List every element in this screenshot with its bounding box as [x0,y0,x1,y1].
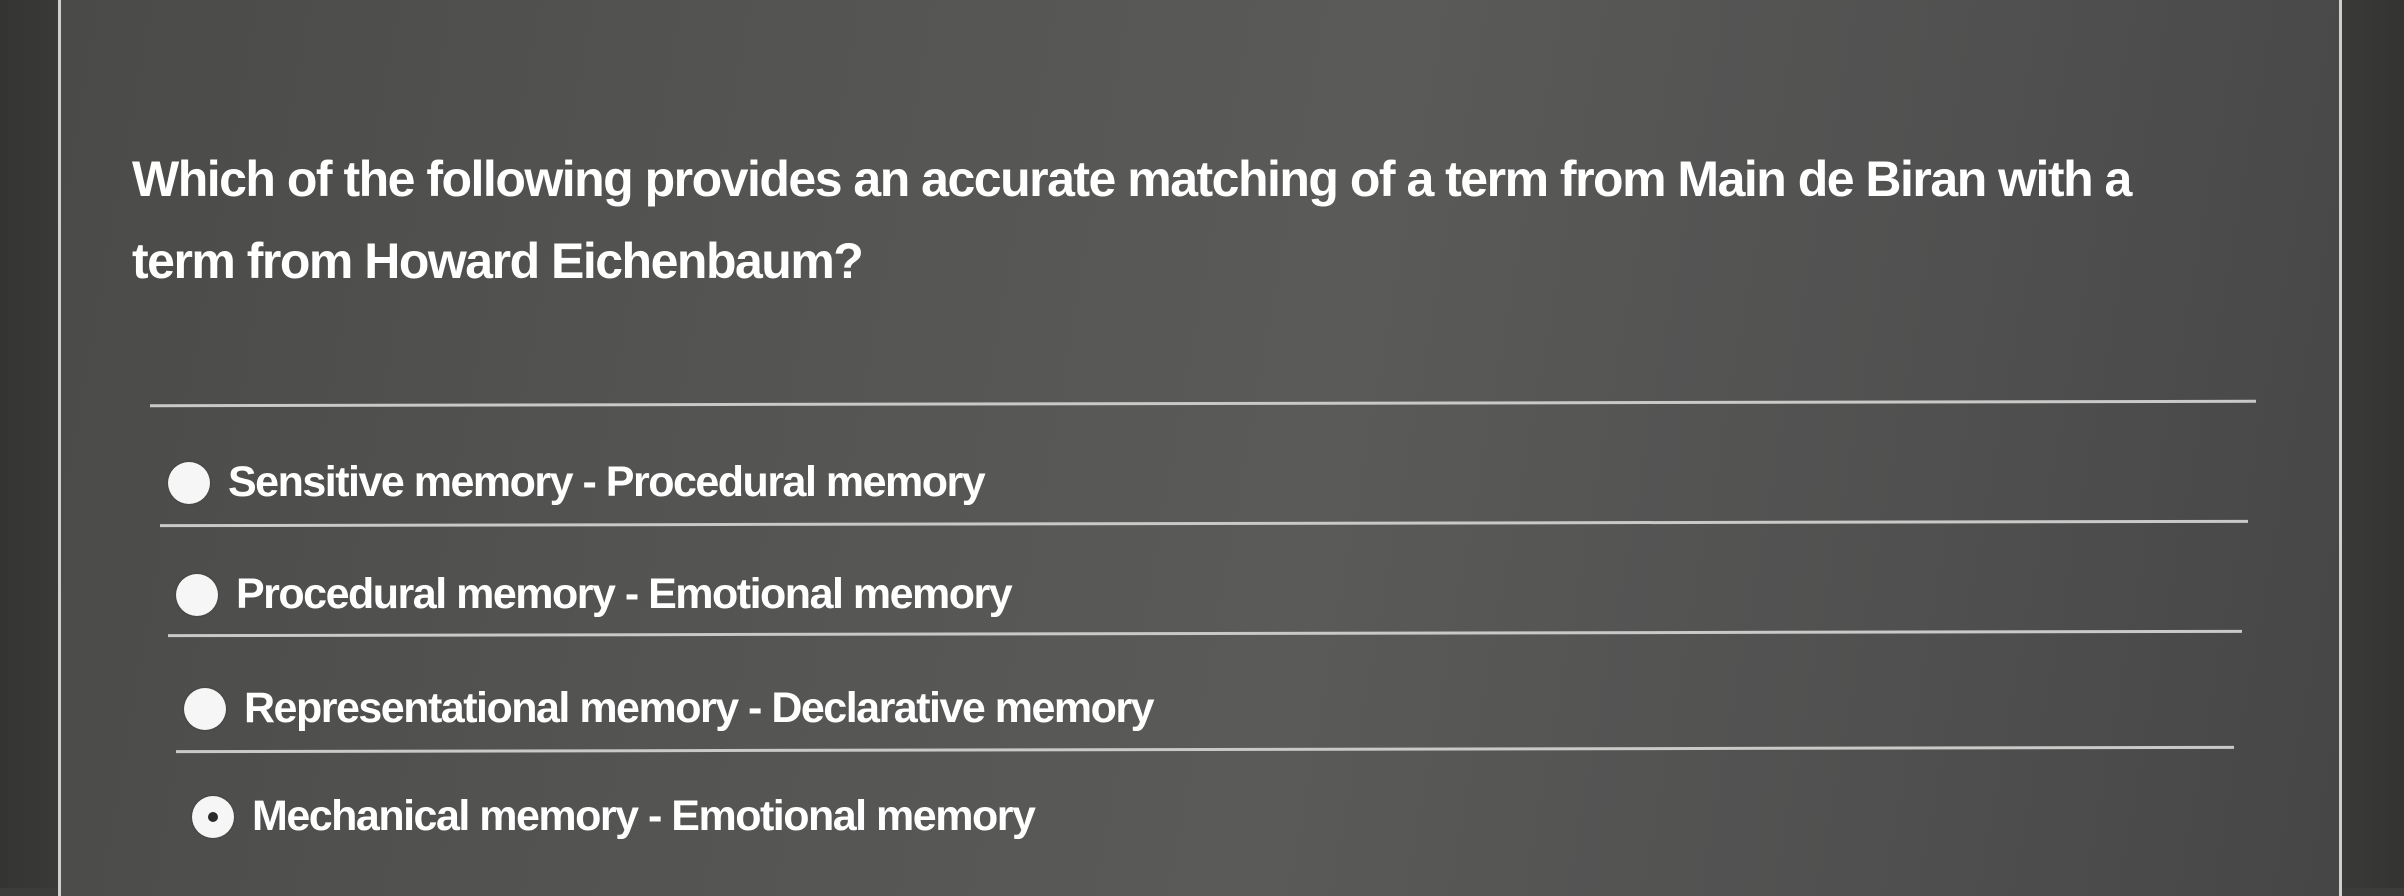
option-3-label: Representational memory - Declarative me… [244,684,1155,732]
option-2-label: Procedural memory - Emotional memory [236,570,1013,618]
option-4-label: Mechanical memory - Emotional memory [252,792,1036,840]
radio-button-option-2[interactable] [176,573,218,616]
option-3[interactable]: Representational memory - Declarative me… [184,684,1155,733]
question-card [58,0,2342,896]
option-2[interactable]: Procedural memory - Emotional memory [176,570,1013,619]
option-1[interactable]: Sensitive memory - Procedural memory [168,458,986,507]
option-1-label: Sensitive memory - Procedural memory [228,458,986,506]
screen-background-left [0,0,60,888]
question-line-2: term from Howard Eichenbaum? [132,233,864,289]
question-text: Which of the following provides an accur… [132,138,2192,302]
option-4[interactable]: Mechanical memory - Emotional memory [192,792,1036,841]
radio-selected-dot [208,811,218,822]
question-line-1: Which of the following provides an accur… [132,151,2132,207]
radio-button-option-4[interactable] [192,795,234,838]
radio-button-option-1[interactable] [168,461,210,504]
radio-button-option-3[interactable] [184,687,226,730]
